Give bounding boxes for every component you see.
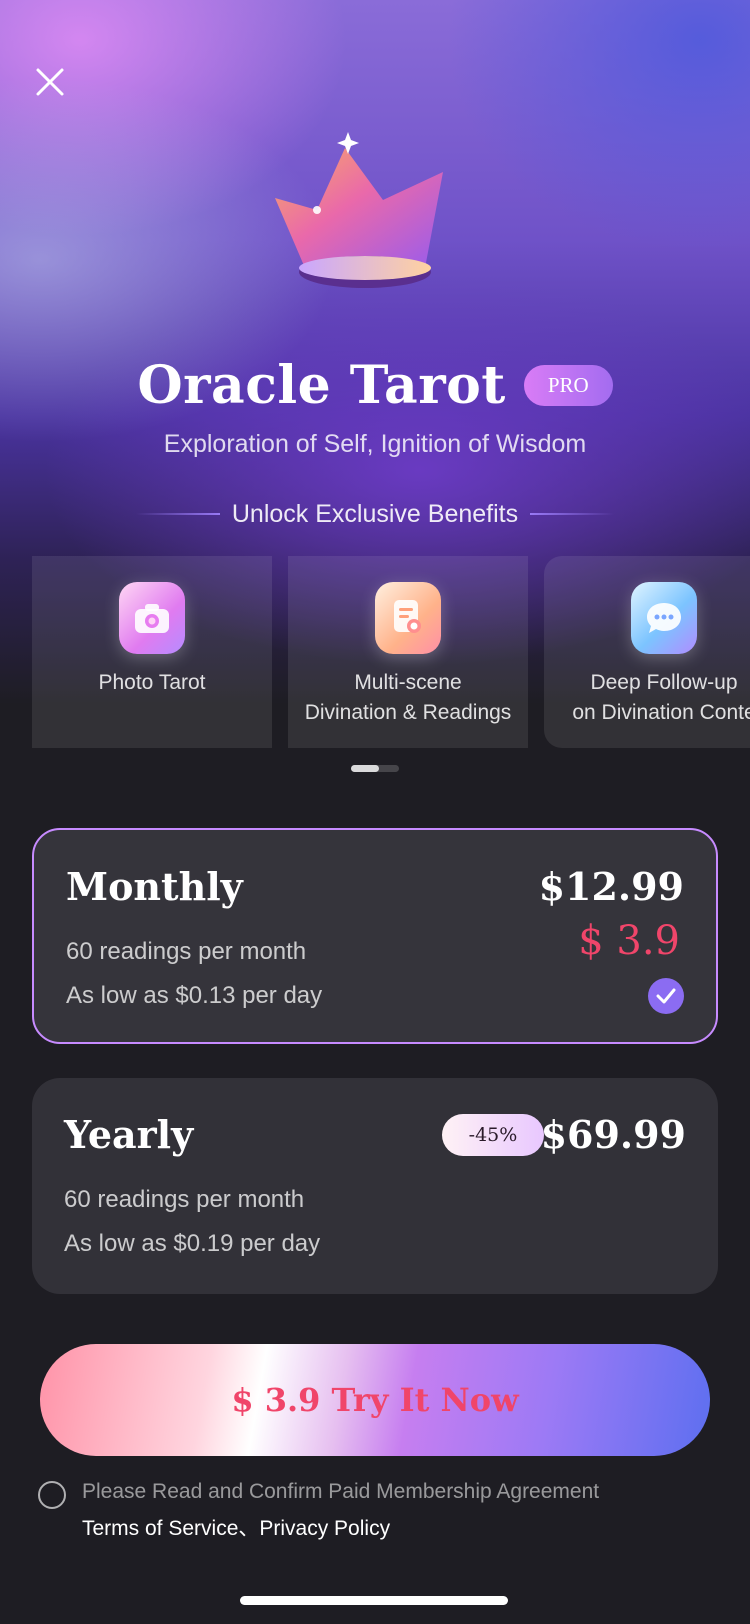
privacy-policy-link[interactable]: Privacy Policy	[259, 1517, 390, 1540]
link-separator: 、	[238, 1517, 260, 1540]
plan-name: Yearly	[64, 1112, 194, 1157]
plan-readings: 60 readings per month	[64, 1186, 305, 1213]
try-now-button[interactable]: $ 3.9 Try It Now	[40, 1344, 710, 1456]
pro-badge: PRO	[523, 364, 613, 406]
home-indicator[interactable]	[240, 1596, 508, 1605]
crown-icon	[275, 132, 443, 288]
plan-monthly[interactable]: Monthly 60 readings per month As low as …	[32, 828, 718, 1044]
benefits-heading-text: Unlock Exclusive Benefits	[231, 499, 519, 528]
plan-name: Monthly	[66, 864, 243, 909]
agreement-text: Please Read and Confirm Paid Membership …	[82, 1480, 600, 1503]
legal-links: Terms of Service、Privacy Policy	[82, 1512, 390, 1542]
title-row: Oracle Tarot PRO	[0, 350, 750, 420]
close-button[interactable]	[30, 62, 70, 102]
benefits-heading: Unlock Exclusive Benefits	[0, 498, 750, 530]
benefit-label: Photo Tarot	[98, 671, 206, 694]
plan-price: $69.99	[540, 1112, 686, 1157]
benefits-carousel[interactable]: Photo Tarot Multi-scene Divination & Rea…	[32, 556, 750, 748]
subtitle: Exploration of Self, Ignition of Wisdom	[163, 430, 587, 458]
divider	[135, 513, 220, 515]
plan-yearly[interactable]: Yearly -45% $69.99 60 readings per month…	[32, 1078, 718, 1294]
plan-per-day: As low as $0.19 per day	[64, 1230, 321, 1257]
agreement-checkbox[interactable]	[38, 1481, 66, 1509]
document-search-icon	[375, 582, 441, 654]
terms-of-service-link[interactable]: Terms of Service	[82, 1517, 238, 1540]
chat-bubble-icon	[631, 582, 697, 654]
app-title: Oracle Tarot	[137, 354, 506, 416]
plan-sale-price: $ 3.9	[578, 918, 680, 964]
benefit-card-multi-scene[interactable]: Multi-scene Divination & Readings	[288, 556, 528, 748]
carousel-pager	[351, 765, 399, 772]
camera-icon	[119, 582, 185, 654]
selected-check-icon	[648, 978, 684, 1014]
plan-per-day: As low as $0.13 per day	[66, 982, 323, 1009]
pager-active-dot	[351, 765, 379, 772]
plan-price: $12.99	[538, 864, 684, 909]
divider	[530, 513, 615, 515]
benefit-card-photo-tarot[interactable]: Photo Tarot	[32, 556, 272, 748]
plan-readings: 60 readings per month	[66, 938, 307, 965]
close-icon	[36, 68, 64, 96]
benefit-label: Deep Follow-up on Divination Conte	[572, 671, 750, 724]
benefit-label: Multi-scene Divination & Readings	[304, 671, 512, 724]
try-now-label: $ 3.9 Try It Now	[231, 1381, 519, 1419]
benefit-card-deep-follow-up[interactable]: Deep Follow-up on Divination Conte	[544, 556, 750, 748]
discount-badge: -45%	[442, 1114, 544, 1156]
